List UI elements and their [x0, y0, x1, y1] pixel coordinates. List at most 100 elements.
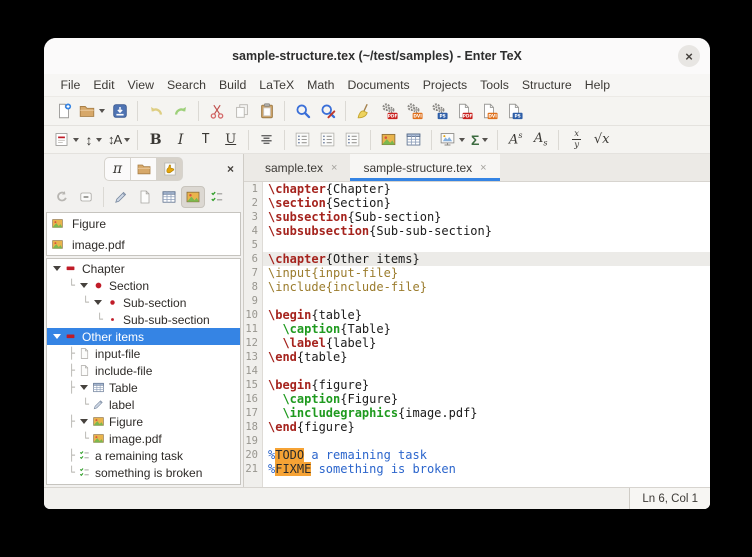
code-line[interactable]: 10\begin{table}	[244, 308, 710, 322]
code-line[interactable]: 8\include{include-file}	[244, 280, 710, 294]
redo-button[interactable]	[168, 99, 193, 123]
copy-button[interactable]	[229, 99, 254, 123]
expander-icon[interactable]	[80, 283, 88, 288]
paste-button[interactable]	[254, 99, 279, 123]
sidebar-close-button[interactable]: ×	[227, 162, 234, 176]
list-item[interactable]: Figure	[47, 213, 240, 234]
compile-dvi-button[interactable]: DVI	[401, 99, 426, 123]
tab-close-icon[interactable]: ×	[480, 162, 486, 174]
tree-item-something-is-broken[interactable]: └something is broken	[47, 464, 240, 481]
label-button[interactable]	[109, 186, 133, 208]
save-button[interactable]	[107, 99, 132, 123]
menu-item-search[interactable]: Search	[160, 76, 212, 94]
todo-button[interactable]	[205, 186, 229, 208]
superscript-button[interactable]: As	[503, 128, 528, 152]
subscript-button[interactable]: As	[528, 128, 553, 152]
window-close-button[interactable]: ×	[678, 45, 700, 67]
code-line[interactable]: 9	[244, 294, 710, 308]
expander-icon[interactable]	[53, 266, 61, 271]
menu-item-tools[interactable]: Tools	[474, 76, 516, 94]
menu-item-projects[interactable]: Projects	[416, 76, 473, 94]
sqrt-button[interactable]: √x	[589, 128, 614, 152]
menu-item-help[interactable]: Help	[578, 76, 616, 94]
list-item[interactable]: image.pdf	[47, 234, 240, 255]
menu-item-latex[interactable]: LaTeX	[253, 76, 301, 94]
sidebar-tab-browser[interactable]	[130, 157, 157, 181]
code-line[interactable]: 16 \caption{Figure}	[244, 392, 710, 406]
tree-item-label[interactable]: └label	[47, 396, 240, 413]
italic-button[interactable]: I	[168, 128, 193, 152]
sidebar-tab-math-symbols[interactable]: π	[104, 157, 131, 181]
expander-icon[interactable]	[53, 334, 61, 339]
tree-item-sub-sub-section[interactable]: └Sub-sub-section	[47, 311, 240, 328]
underline-button[interactable]: U	[218, 128, 243, 152]
code-line[interactable]: 2\section{Section}	[244, 196, 710, 210]
list-description-button[interactable]	[340, 128, 365, 152]
center-env-button[interactable]	[254, 128, 279, 152]
tree-item-include-file[interactable]: ├include-file	[47, 362, 240, 379]
code-line[interactable]: 20%TODO a remaining task	[244, 448, 710, 462]
sum-button[interactable]: Σ	[467, 128, 492, 152]
code-line[interactable]: 11 \caption{Table}	[244, 322, 710, 336]
tree-item-other-items[interactable]: Other items	[47, 328, 240, 345]
tab-sample-tex[interactable]: sample.tex×	[252, 154, 350, 181]
tree-item-figure[interactable]: ├Figure	[47, 413, 240, 430]
view-pdf-button[interactable]: PDF	[451, 99, 476, 123]
view-ps-button[interactable]: PS	[501, 99, 526, 123]
section-style-button[interactable]	[51, 128, 81, 152]
code-line[interactable]: 4\subsubsection{Sub-sub-section}	[244, 224, 710, 238]
code-line[interactable]: 14	[244, 364, 710, 378]
clean-button[interactable]	[351, 99, 376, 123]
code-line[interactable]: 19	[244, 434, 710, 448]
tree-item-section[interactable]: └Section	[47, 277, 240, 294]
tree-item-table[interactable]: ├Table	[47, 379, 240, 396]
find-replace-button[interactable]	[315, 99, 340, 123]
code-line[interactable]: 7\input{input-file}	[244, 266, 710, 280]
tab-sample-structure-tex[interactable]: sample-structure.tex×	[350, 154, 499, 181]
tab-close-icon[interactable]: ×	[331, 162, 337, 174]
code-line[interactable]: 17 \includegraphics{image.pdf}	[244, 406, 710, 420]
menu-item-structure[interactable]: Structure	[515, 76, 578, 94]
find-button[interactable]	[290, 99, 315, 123]
expander-icon[interactable]	[80, 385, 88, 390]
menu-item-file[interactable]: File	[54, 76, 87, 94]
fraction-button[interactable]: xy	[564, 128, 589, 152]
code-editor[interactable]: 1\chapter{Chapter}2\section{Section}3\su…	[244, 182, 710, 487]
list-itemize-button[interactable]	[315, 128, 340, 152]
tree-item-sub-section[interactable]: └Sub-section	[47, 294, 240, 311]
table-button[interactable]	[401, 128, 426, 152]
menu-item-math[interactable]: Math	[301, 76, 341, 94]
code-line[interactable]: 15\begin{figure}	[244, 378, 710, 392]
bold-button[interactable]: B	[143, 128, 168, 152]
refresh-button[interactable]	[50, 186, 74, 208]
code-line[interactable]: 5	[244, 238, 710, 252]
file-button[interactable]	[133, 186, 157, 208]
tree-item-chapter[interactable]: Chapter	[47, 260, 240, 277]
code-line[interactable]: 21%FIXME something is broken	[244, 462, 710, 476]
expander-icon[interactable]	[94, 300, 102, 305]
sidebar-tab-structure[interactable]	[156, 157, 183, 181]
code-line[interactable]: 13\end{table}	[244, 350, 710, 364]
menu-item-view[interactable]: View	[121, 76, 160, 94]
line-spacing-button[interactable]: ↕	[81, 128, 106, 152]
code-line[interactable]: 1\chapter{Chapter}	[244, 182, 710, 196]
code-line[interactable]: 6\chapter{Other items}	[244, 252, 710, 266]
menu-item-build[interactable]: Build	[212, 76, 252, 94]
cut-button[interactable]	[204, 99, 229, 123]
list-enumerate-button[interactable]	[290, 128, 315, 152]
title-bar[interactable]: sample-structure.tex (~/test/samples) - …	[44, 38, 710, 74]
compile-ps-button[interactable]: PS	[426, 99, 451, 123]
compile-pdf-button[interactable]: PDF	[376, 99, 401, 123]
tree-item-input-file[interactable]: ├input-file	[47, 345, 240, 362]
code-line[interactable]: 3\subsection{Sub-section}	[244, 210, 710, 224]
tree-item-image-pdf[interactable]: └image.pdf	[47, 430, 240, 447]
collapse-button[interactable]	[74, 186, 98, 208]
expander-icon[interactable]	[80, 419, 88, 424]
open-folder-button[interactable]	[76, 99, 107, 123]
image-button[interactable]	[181, 186, 205, 208]
undo-button[interactable]	[143, 99, 168, 123]
slide-button[interactable]	[437, 128, 467, 152]
font-size-button[interactable]: ↕A	[106, 128, 132, 152]
code-line[interactable]: 18\end{figure}	[244, 420, 710, 434]
typewriter-button[interactable]: T	[193, 128, 218, 152]
